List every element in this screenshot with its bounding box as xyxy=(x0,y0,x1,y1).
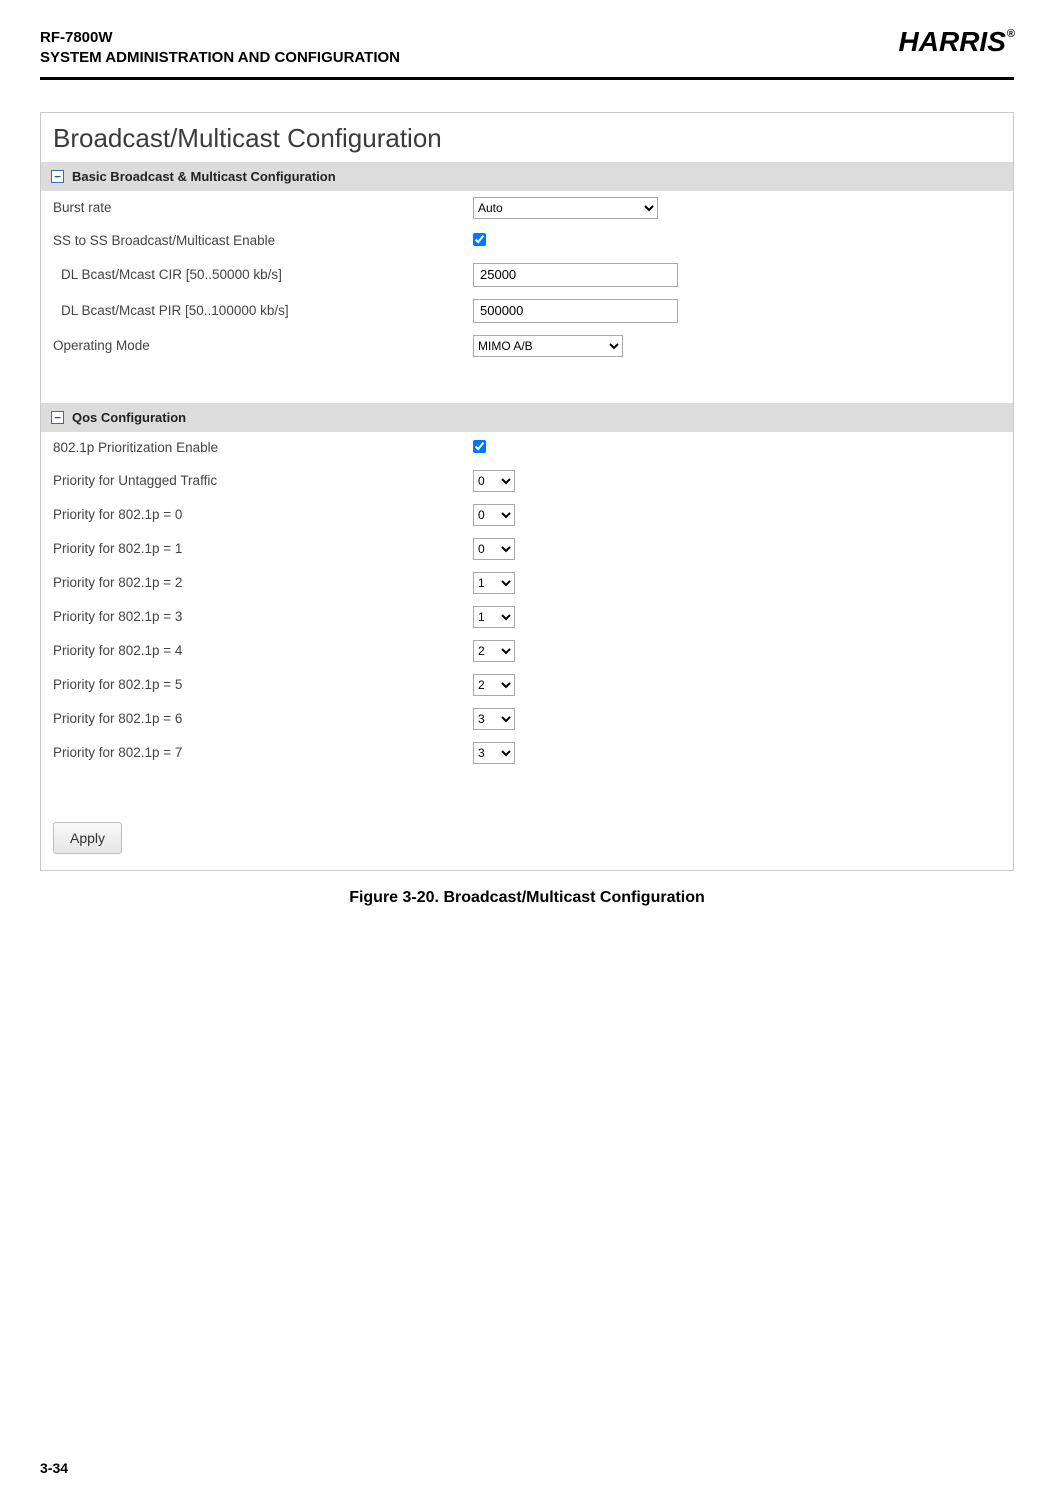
doc-subtitle: SYSTEM ADMINISTRATION AND CONFIGURATION xyxy=(40,48,400,68)
panel-title: Broadcast/Multicast Configuration xyxy=(41,113,1013,162)
pir-label: DL Bcast/Mcast PIR [50..100000 kb/s] xyxy=(53,303,473,318)
p1-select[interactable]: 0 xyxy=(473,538,515,560)
row-burst-rate: Burst rate Auto xyxy=(41,191,1013,225)
cir-label: DL Bcast/Mcast CIR [50..50000 kb/s] xyxy=(53,267,473,282)
p5-select[interactable]: 2 xyxy=(473,674,515,696)
section-qos-title: Qos Configuration xyxy=(72,410,186,425)
p7-label: Priority for 802.1p = 7 xyxy=(53,745,473,760)
p0-label: Priority for 802.1p = 0 xyxy=(53,507,473,522)
p6-label: Priority for 802.1p = 6 xyxy=(53,711,473,726)
row-cir: DL Bcast/Mcast CIR [50..50000 kb/s] xyxy=(41,257,1013,293)
p5-label: Priority for 802.1p = 5 xyxy=(53,677,473,692)
untagged-select[interactable]: 0 xyxy=(473,470,515,492)
p3-select[interactable]: 1 xyxy=(473,606,515,628)
model-number: RF-7800W xyxy=(40,28,400,48)
p6-select[interactable]: 3 xyxy=(473,708,515,730)
row-ss-enable: SS to SS Broadcast/Multicast Enable xyxy=(41,225,1013,257)
bottom-spacer xyxy=(41,770,1013,802)
row-prio-enable: 802.1p Prioritization Enable xyxy=(41,432,1013,464)
ss-enable-checkbox[interactable] xyxy=(473,233,486,246)
section-basic-header[interactable]: − Basic Broadcast & Multicast Configurat… xyxy=(41,162,1013,191)
row-p6: Priority for 802.1p = 6 3 xyxy=(41,702,1013,736)
p4-select[interactable]: 2 xyxy=(473,640,515,662)
p7-select[interactable]: 3 xyxy=(473,742,515,764)
p2-label: Priority for 802.1p = 2 xyxy=(53,575,473,590)
section-qos-header[interactable]: − Qos Configuration xyxy=(41,403,1013,432)
untagged-label: Priority for Untagged Traffic xyxy=(53,473,473,488)
p1-label: Priority for 802.1p = 1 xyxy=(53,541,473,556)
row-p5: Priority for 802.1p = 5 2 xyxy=(41,668,1013,702)
burst-rate-label: Burst rate xyxy=(53,200,473,215)
row-p1: Priority for 802.1p = 1 0 xyxy=(41,532,1013,566)
ss-enable-label: SS to SS Broadcast/Multicast Enable xyxy=(53,233,473,248)
row-p2: Priority for 802.1p = 2 1 xyxy=(41,566,1013,600)
p3-label: Priority for 802.1p = 3 xyxy=(53,609,473,624)
burst-rate-select[interactable]: Auto xyxy=(473,197,658,219)
row-pir: DL Bcast/Mcast PIR [50..100000 kb/s] xyxy=(41,293,1013,329)
p4-label: Priority for 802.1p = 4 xyxy=(53,643,473,658)
apply-row: Apply xyxy=(41,802,1013,870)
row-opmode: Operating Mode MIMO A/B xyxy=(41,329,1013,363)
header-left: RF-7800W SYSTEM ADMINISTRATION AND CONFI… xyxy=(40,28,400,69)
prio-enable-checkbox[interactable] xyxy=(473,440,486,453)
row-p7: Priority for 802.1p = 7 3 xyxy=(41,736,1013,770)
opmode-label: Operating Mode xyxy=(53,338,473,353)
collapse-icon[interactable]: − xyxy=(51,411,64,424)
apply-button[interactable]: Apply xyxy=(53,822,122,854)
collapse-icon[interactable]: − xyxy=(51,170,64,183)
p0-select[interactable]: 0 xyxy=(473,504,515,526)
brand-text: HARRIS xyxy=(899,26,1006,57)
row-p3: Priority for 802.1p = 3 1 xyxy=(41,600,1013,634)
prio-enable-label: 802.1p Prioritization Enable xyxy=(53,440,473,455)
cir-input[interactable] xyxy=(473,263,678,287)
page-header: RF-7800W SYSTEM ADMINISTRATION AND CONFI… xyxy=(0,0,1054,77)
registered-mark: ® xyxy=(1007,28,1015,40)
brand-logo: HARRIS® xyxy=(899,26,1014,58)
opmode-select[interactable]: MIMO A/B xyxy=(473,335,623,357)
pir-input[interactable] xyxy=(473,299,678,323)
row-p0: Priority for 802.1p = 0 0 xyxy=(41,498,1013,532)
row-p4: Priority for 802.1p = 4 2 xyxy=(41,634,1013,668)
config-panel: Broadcast/Multicast Configuration − Basi… xyxy=(40,112,1014,871)
content-area: Broadcast/Multicast Configuration − Basi… xyxy=(0,80,1054,907)
p2-select[interactable]: 1 xyxy=(473,572,515,594)
section-spacer xyxy=(41,363,1013,403)
section-basic-title: Basic Broadcast & Multicast Configuratio… xyxy=(72,169,336,184)
page-number: 3-34 xyxy=(40,1460,68,1476)
figure-caption: Figure 3-20. Broadcast/Multicast Configu… xyxy=(40,871,1014,907)
row-untagged: Priority for Untagged Traffic 0 xyxy=(41,464,1013,498)
